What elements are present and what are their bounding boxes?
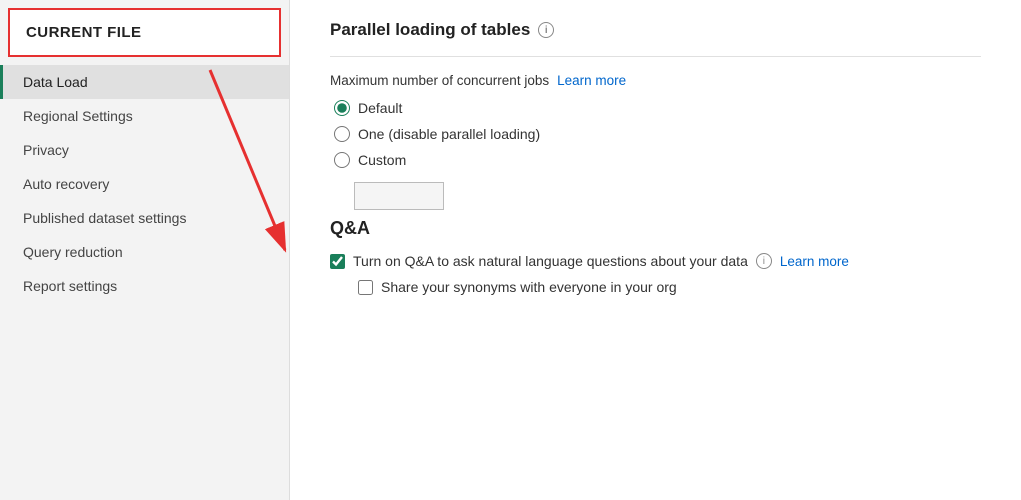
radio-item-custom[interactable]: Custom [334,152,981,168]
radio-item-default[interactable]: Default [334,100,981,116]
custom-value-input[interactable] [354,182,444,210]
sidebar-header-text: CURRENT FILE [26,24,141,41]
turn-on-qa-row: Turn on Q&A to ask natural language ques… [330,253,981,269]
radio-custom[interactable] [334,152,350,168]
sidebar-header: CURRENT FILE [8,8,281,57]
radio-item-one[interactable]: One (disable parallel loading) [334,126,981,142]
qa-info-icon[interactable]: i [756,253,772,269]
share-synonyms-label: Share your synonyms with everyone in you… [381,279,677,295]
sidebar-nav: Data Load Regional Settings Privacy Auto… [0,65,289,303]
turn-on-qa-label-group: Turn on Q&A to ask natural language ques… [353,253,849,269]
parallel-loading-radio-group: Default One (disable parallel loading) C… [334,100,981,168]
parallel-loading-learn-more-link[interactable]: Learn more [557,73,626,88]
sidebar-item-data-load[interactable]: Data Load [0,65,289,99]
main-content: Parallel loading of tables i Maximum num… [290,0,1021,500]
radio-default[interactable] [334,100,350,116]
sidebar-item-published-dataset-settings[interactable]: Published dataset settings [0,201,289,235]
turn-on-qa-checkbox[interactable] [330,254,345,269]
sidebar-item-query-reduction[interactable]: Query reduction [0,235,289,269]
sidebar-item-privacy[interactable]: Privacy [0,133,289,167]
turn-on-qa-label: Turn on Q&A to ask natural language ques… [353,253,748,269]
radio-one[interactable] [334,126,350,142]
sidebar-item-auto-recovery[interactable]: Auto recovery [0,167,289,201]
max-jobs-label-row: Maximum number of concurrent jobs Learn … [330,73,981,88]
share-synonyms-checkbox[interactable] [358,280,373,295]
qa-section: Q&A Turn on Q&A to ask natural language … [330,218,981,295]
sidebar-item-report-settings[interactable]: Report settings [0,269,289,303]
sidebar: CURRENT FILE Data Load Regional Settings… [0,0,290,500]
parallel-loading-title: Parallel loading of tables [330,20,530,40]
parallel-loading-section: Parallel loading of tables i [330,20,981,40]
custom-value-input-wrapper [354,182,981,210]
qa-learn-more-link[interactable]: Learn more [780,254,849,269]
sidebar-item-regional-settings[interactable]: Regional Settings [0,99,289,133]
qa-title: Q&A [330,218,981,239]
parallel-loading-info-icon[interactable]: i [538,22,554,38]
max-jobs-label: Maximum number of concurrent jobs [330,73,549,88]
divider-top [330,56,981,57]
share-synonyms-row: Share your synonyms with everyone in you… [358,279,981,295]
